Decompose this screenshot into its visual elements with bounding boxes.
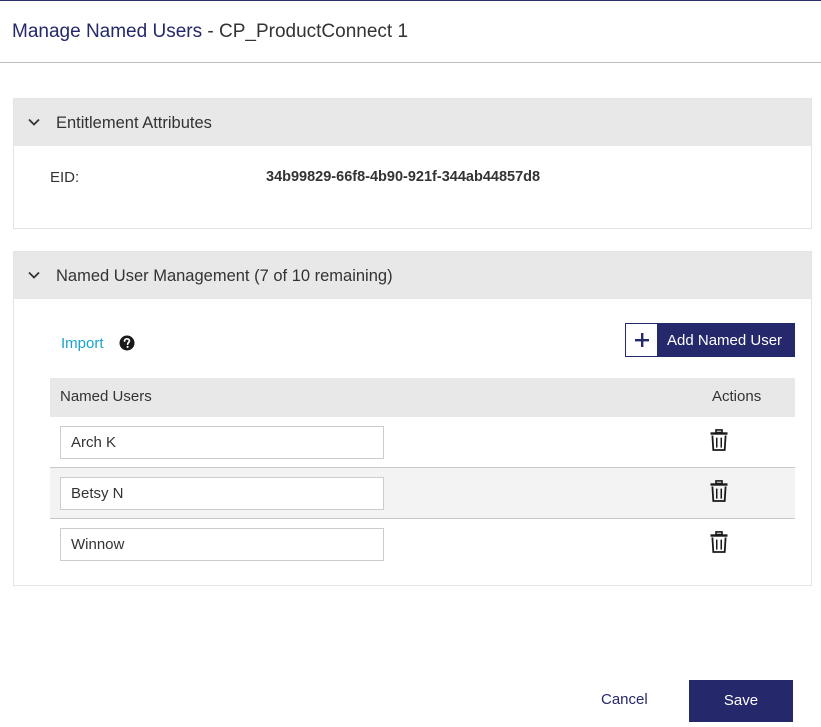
named-user-input[interactable] (60, 528, 384, 561)
table-row (50, 468, 795, 519)
column-header-named-users: Named Users (60, 388, 152, 405)
named-user-management-header[interactable]: Named User Management (7 of 10 remaining… (14, 252, 811, 299)
dialog-title-separator: - (202, 21, 219, 42)
dialog-title-main: Manage Named Users (12, 21, 203, 42)
eid-label: EID: (50, 169, 80, 186)
add-named-user-button[interactable]: Add Named User (625, 323, 795, 357)
dialog-header: Manage Named Users - CP_ProductConnect 1 (0, 1, 821, 63)
named-user-management-panel: Named User Management (7 of 10 remaining… (13, 251, 812, 586)
import-link[interactable]: Import (61, 335, 104, 352)
named-user-management-title: Named User Management (7 of 10 remaining… (56, 267, 393, 285)
named-user-input[interactable] (60, 477, 384, 510)
add-named-user-label: Add Named User (667, 332, 783, 349)
chevron-down-icon[interactable] (27, 268, 41, 282)
chevron-down-icon[interactable] (27, 115, 41, 129)
cancel-button[interactable]: Cancel (601, 691, 648, 708)
table-row (50, 519, 795, 570)
table-row (50, 417, 795, 468)
help-icon[interactable] (119, 335, 135, 351)
entitlement-attributes-title: Entitlement Attributes (56, 114, 212, 132)
add-icon-box (626, 324, 657, 356)
trash-icon[interactable] (710, 531, 728, 553)
dialog-title-product: CP_ProductConnect 1 (218, 21, 409, 42)
eid-value: 34b99829-66f8-4b90-921f-344ab44857d8 (266, 169, 541, 185)
entitlement-attributes-header[interactable]: Entitlement Attributes (14, 99, 811, 146)
plus-icon (635, 333, 649, 347)
entitlement-attributes-panel: Entitlement Attributes EID: 34b99829-66f… (13, 98, 812, 229)
named-user-input[interactable] (60, 426, 384, 459)
table-header: Named Users Actions (50, 378, 795, 417)
named-users-table: Named Users Actions (50, 378, 795, 570)
trash-icon[interactable] (710, 429, 728, 451)
save-button[interactable]: Save (689, 680, 793, 722)
dialog-title: Manage Named Users - CP_ProductConnect 1 (12, 21, 408, 43)
column-header-actions: Actions (712, 388, 762, 405)
trash-icon[interactable] (710, 480, 728, 502)
